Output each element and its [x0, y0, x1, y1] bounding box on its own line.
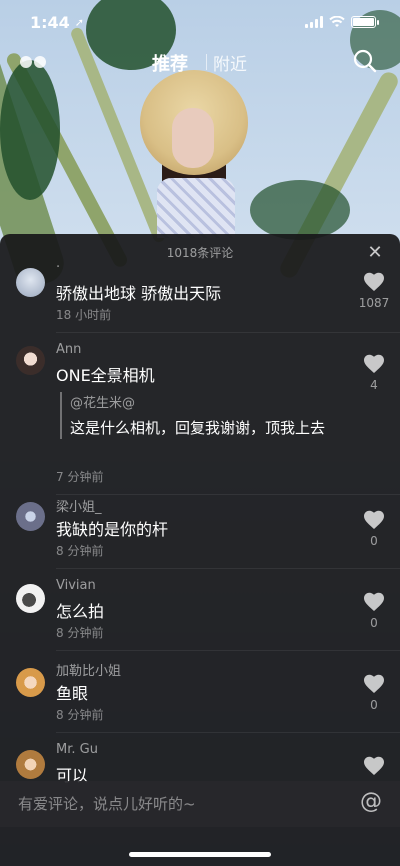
comment-author[interactable]: Vivian: [56, 578, 96, 593]
avatar[interactable]: [16, 268, 45, 297]
comment-author[interactable]: Mr. Gu: [56, 742, 98, 757]
like-count: 0: [370, 616, 378, 630]
comments-count-title: 1018条评论: [166, 246, 234, 260]
divider: [56, 650, 400, 651]
comment-input-bar: 有爱评论，说点儿好听的~ @: [0, 781, 400, 827]
heart-icon[interactable]: [362, 672, 386, 696]
person-face: [172, 108, 214, 168]
dots-icon[interactable]: [20, 54, 48, 70]
comment-text: 我缺的是你的杆: [56, 520, 169, 539]
comment-text: 骄傲出地球 骄傲出天际: [56, 284, 222, 303]
heart-icon[interactable]: [362, 352, 386, 376]
home-indicator[interactable]: [129, 852, 271, 857]
divider: [56, 494, 400, 495]
top-nav: 推荐 附近: [0, 44, 400, 80]
status-bar: 1:44 ➚: [0, 0, 400, 44]
comment-author[interactable]: ·: [56, 264, 60, 275]
reply-author: @花生米@: [70, 396, 136, 411]
location-arrow-icon: ➚: [74, 15, 85, 29]
tab-divider: [206, 54, 207, 70]
avatar[interactable]: [16, 502, 45, 531]
comment-input[interactable]: 有爱评论，说点儿好听的~: [18, 793, 196, 814]
status-indicators: [305, 16, 379, 28]
divider: [56, 568, 400, 569]
heart-icon[interactable]: [362, 508, 386, 532]
comment-author[interactable]: 加勒比小姐: [56, 660, 121, 679]
wifi-icon: [329, 16, 345, 27]
signal-icon: [305, 16, 323, 28]
comment-text: 鱼眼: [56, 684, 89, 703]
comment-time: 7 分钟前: [56, 470, 104, 484]
divider: [56, 332, 400, 333]
heart-icon[interactable]: [362, 590, 386, 614]
close-icon[interactable]: ✕: [366, 244, 384, 262]
palm-leaves: [0, 60, 60, 200]
search-icon[interactable]: [352, 48, 378, 74]
avatar[interactable]: [16, 668, 45, 697]
tab-nearby[interactable]: 附近: [213, 50, 247, 75]
reply-quote[interactable]: @花生米@ 这是什么相机，回复我谢谢，顶我上去: [60, 392, 340, 439]
status-time: 1:44: [30, 12, 70, 32]
avatar[interactable]: [16, 750, 45, 779]
comment-text: 怎么拍: [56, 602, 105, 621]
comment-time: 8 分钟前: [56, 544, 104, 558]
avatar[interactable]: [16, 346, 45, 375]
palm-leaves: [250, 180, 350, 240]
like-count: 4: [370, 378, 378, 392]
comment-time: 8 分钟前: [56, 708, 104, 722]
comment-time: 8 分钟前: [56, 626, 104, 640]
comment-author[interactable]: 梁小姐_: [56, 496, 102, 515]
heart-icon[interactable]: [362, 270, 386, 294]
heart-icon[interactable]: [362, 754, 386, 778]
at-icon[interactable]: @: [360, 789, 382, 814]
comments-panel: 1018条评论 ✕ · 骄傲出地球 骄傲出天际 18 小时前 1087 Ann …: [0, 234, 400, 866]
person-dress: [157, 178, 235, 238]
like-count: 0: [370, 698, 378, 712]
reply-text: 这是什么相机，回复我谢谢，顶我上去: [70, 419, 326, 437]
like-count: 0: [370, 534, 378, 548]
divider: [56, 732, 400, 733]
comment-text: ONE全景相机: [56, 366, 155, 385]
comment-author[interactable]: Ann: [56, 342, 81, 357]
comment-time: 18 小时前: [56, 308, 112, 322]
avatar[interactable]: [16, 584, 45, 613]
like-count: 1087: [358, 296, 390, 310]
tab-recommended[interactable]: 推荐: [152, 50, 188, 76]
comment-list[interactable]: · 骄傲出地球 骄傲出天际 18 小时前 1087 Ann ONE全景相机 @花…: [0, 264, 400, 784]
battery-icon: [351, 16, 379, 28]
